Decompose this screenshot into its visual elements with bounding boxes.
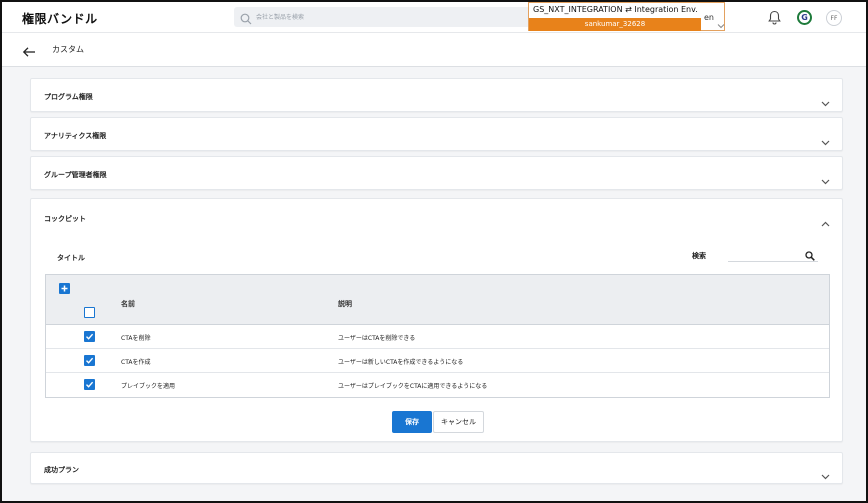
table-title: タイトル	[57, 254, 85, 262]
cell-description: ユーザーは新しいCTAを作成できるようになる	[338, 359, 464, 366]
check-icon	[86, 357, 94, 364]
sub-header: カスタム	[2, 33, 866, 67]
section-title: グループ管理者権限	[44, 171, 107, 179]
app-frame: 権限バンドル GS_NXT_INTEGRATION ⇄ Integration …	[0, 0, 868, 503]
chevron-down-icon[interactable]	[821, 170, 830, 189]
search-icon[interactable]	[805, 246, 815, 265]
environment-name: GS_NXT_INTEGRATION ⇄ Integration Env.	[533, 5, 698, 14]
user-avatar[interactable]: FF	[826, 10, 842, 26]
cell-description: ユーザーはCTAを削除できる	[338, 335, 416, 342]
section-title[interactable]: コックピット	[44, 214, 86, 224]
chevron-down-icon[interactable]	[821, 92, 830, 111]
cell-name: CTAを削除	[121, 335, 151, 342]
section-title: プログラム権限	[44, 93, 93, 101]
table-header: 名前 説明	[46, 275, 829, 325]
section-analytics-permissions[interactable]: アナリティクス権限	[30, 117, 843, 151]
app-title: 権限バンドル	[22, 12, 98, 26]
column-header-name[interactable]: 名前	[121, 299, 135, 309]
environment-switcher[interactable]: GS_NXT_INTEGRATION ⇄ Integration Env. sa…	[528, 2, 725, 31]
chevron-down-icon	[717, 14, 725, 33]
cell-name: CTAを作成	[121, 359, 151, 366]
table-search-label: 検索	[692, 252, 706, 260]
global-search-input[interactable]	[256, 7, 526, 27]
section-success-plan[interactable]: 成功プラン	[30, 452, 843, 484]
environment-user: sankumar_32628	[529, 18, 701, 31]
check-icon	[86, 333, 94, 340]
add-button[interactable]	[59, 283, 70, 294]
save-button[interactable]: 保存	[392, 411, 432, 433]
chevron-up-icon[interactable]	[821, 212, 830, 231]
bell-icon[interactable]	[768, 10, 781, 29]
section-title: アナリティクス権限	[44, 132, 107, 140]
plus-icon	[61, 285, 68, 292]
row-checkbox[interactable]	[84, 355, 95, 366]
global-search[interactable]	[234, 7, 530, 27]
table-row: CTAを作成 ユーザーは新しいCTAを作成できるようになる	[46, 349, 829, 373]
chevron-down-icon[interactable]	[821, 131, 830, 150]
chevron-down-icon[interactable]	[821, 465, 830, 484]
select-all-checkbox[interactable]	[84, 307, 95, 318]
cell-name: プレイブックを適用	[121, 383, 176, 390]
check-icon	[86, 381, 94, 388]
page-title: カスタム	[52, 45, 84, 54]
cancel-button[interactable]: キャンセル	[433, 411, 484, 433]
top-bar: 権限バンドル GS_NXT_INTEGRATION ⇄ Integration …	[2, 2, 866, 33]
back-arrow-icon[interactable]	[22, 43, 36, 62]
row-checkbox[interactable]	[84, 331, 95, 342]
section-program-permissions[interactable]: プログラム権限	[30, 78, 843, 112]
column-header-description[interactable]: 説明	[338, 299, 352, 309]
section-title: 成功プラン	[44, 466, 79, 474]
section-cockpit: コックピット タイトル 検索 名前 説明 CTAを削除 ユーザーはCTAを削除で…	[30, 198, 843, 442]
language-selector[interactable]: en	[704, 13, 714, 22]
table-row: プレイブックを適用 ユーザーはプレイブックをCTAに適用できるようになる	[46, 373, 829, 397]
table-row: CTAを削除 ユーザーはCTAを削除できる	[46, 325, 829, 349]
search-icon	[240, 10, 252, 29]
cell-description: ユーザーはプレイブックをCTAに適用できるようになる	[338, 383, 488, 390]
row-checkbox[interactable]	[84, 379, 95, 390]
section-group-admin-permissions[interactable]: グループ管理者権限	[30, 156, 843, 190]
brand-g-icon[interactable]: G	[797, 10, 812, 25]
permissions-table: 名前 説明 CTAを削除 ユーザーはCTAを削除できる CTAを作成 ユーザーは…	[45, 274, 830, 398]
